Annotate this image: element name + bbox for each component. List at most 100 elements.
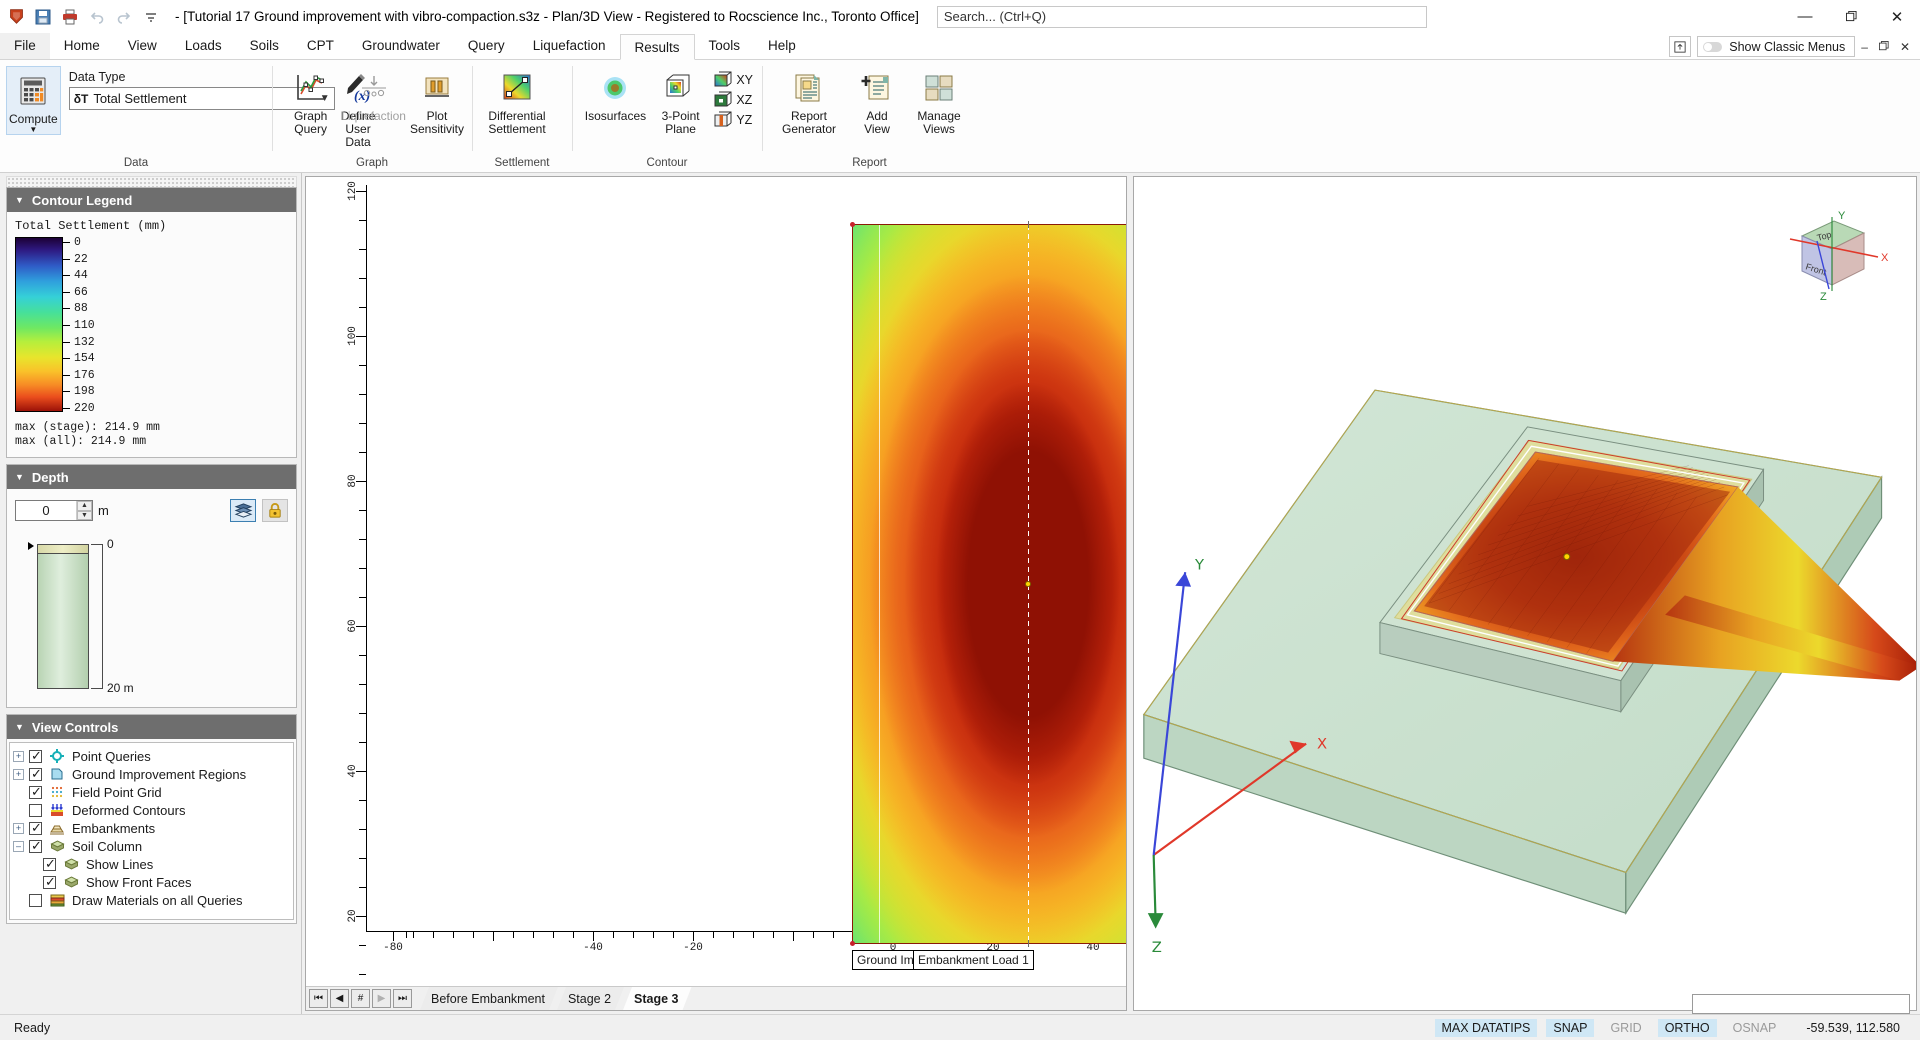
stage-tab-before-embankment[interactable]: Before Embankment: [420, 987, 558, 1010]
plane-xz-button[interactable]: XZ: [710, 90, 756, 109]
tree-item-show-lines[interactable]: Show Lines: [13, 855, 290, 873]
settlement-contour-region[interactable]: [852, 224, 1126, 944]
plane-yz-button[interactable]: YZ: [710, 110, 756, 129]
checkbox[interactable]: [29, 786, 42, 799]
checkbox[interactable]: [29, 840, 42, 853]
checkbox[interactable]: [29, 822, 42, 835]
status-flag-ortho[interactable]: ORTHO: [1658, 1019, 1717, 1037]
report-generator-button[interactable]: Report Generator: [772, 64, 846, 136]
tree-item-deformed-contours[interactable]: Deformed Contours: [13, 801, 290, 819]
tree-item-point-queries[interactable]: + Point Queries: [13, 747, 290, 765]
doc-restore-button[interactable]: [1879, 40, 1889, 54]
doc-minimize-button[interactable]: –: [1861, 40, 1868, 54]
status-flag-max-datatips[interactable]: MAX DATATIPS: [1435, 1019, 1538, 1037]
graph-query-button[interactable]: Graph Query: [282, 64, 339, 136]
compute-dropdown-caret-icon[interactable]: ▼: [29, 126, 37, 134]
ribbon-tab-results[interactable]: Results: [620, 34, 695, 60]
layers-icon[interactable]: [230, 499, 256, 522]
tree-item-soil-column[interactable]: – Soil Column: [13, 837, 290, 855]
view-orientation-cube[interactable]: Top Front X Y Z: [1774, 203, 1894, 303]
status-flag-snap[interactable]: SNAP: [1546, 1019, 1594, 1037]
status-flag-osnap[interactable]: OSNAP: [1726, 1019, 1784, 1037]
expander-icon[interactable]: –: [13, 841, 24, 852]
embankment-load-tag[interactable]: Embankment Load 1: [913, 950, 1034, 970]
isosurfaces-button[interactable]: Isosurfaces: [580, 64, 651, 123]
dock-gripper[interactable]: [6, 176, 297, 187]
plane-xy-button[interactable]: XY: [710, 70, 756, 89]
ribbon-tab-view[interactable]: View: [114, 33, 171, 59]
tree-item-field-point-grid[interactable]: Field Point Grid: [13, 783, 290, 801]
checkbox[interactable]: [29, 804, 42, 817]
3d-view-pane[interactable]: X Y Z: [1133, 176, 1917, 1011]
minimize-button[interactable]: —: [1782, 0, 1828, 33]
corner-handle[interactable]: [850, 941, 855, 946]
search-input[interactable]: Search... (Ctrl+Q): [937, 6, 1427, 28]
ribbon-tab-cpt[interactable]: CPT: [293, 33, 348, 59]
depth-header[interactable]: ▼ Depth: [7, 465, 296, 489]
depth-spin-arrows[interactable]: ▲ ▼: [76, 501, 92, 520]
corner-handle[interactable]: [850, 222, 855, 227]
tree-item-draw-materials-on-all-queries[interactable]: Draw Materials on all Queries: [13, 891, 290, 909]
status-flag-grid[interactable]: GRID: [1603, 1019, 1648, 1037]
ribbon-tab-liquefaction[interactable]: Liquefaction: [519, 33, 620, 59]
stage-first-button[interactable]: ⏮: [309, 989, 328, 1008]
depth-stepper[interactable]: 0 ▲ ▼: [15, 500, 93, 521]
depth-spin-up-icon[interactable]: ▲: [77, 501, 92, 511]
expander-icon[interactable]: +: [13, 769, 24, 780]
app-icon[interactable]: [6, 7, 26, 27]
save-icon[interactable]: [33, 7, 53, 27]
3d-scene[interactable]: X Y Z: [1134, 177, 1916, 1010]
checkbox[interactable]: [43, 858, 56, 871]
stage-prev-button[interactable]: ◀: [330, 989, 349, 1008]
doc-close-button[interactable]: ✕: [1900, 40, 1910, 54]
expander-icon[interactable]: +: [13, 751, 24, 762]
stage-next-button[interactable]: ▶: [372, 989, 391, 1008]
tree-item-show-front-faces[interactable]: Show Front Faces: [13, 873, 290, 891]
ribbon-tab-query[interactable]: Query: [454, 33, 519, 59]
ribbon-tab-home[interactable]: Home: [50, 33, 114, 59]
ribbon-tab-groundwater[interactable]: Groundwater: [348, 33, 454, 59]
query-point-marker[interactable]: [1025, 581, 1031, 587]
manage-views-button[interactable]: Manage Views: [908, 64, 970, 136]
depth-spin-down-icon[interactable]: ▼: [77, 511, 92, 521]
close-button[interactable]: ✕: [1874, 0, 1920, 33]
checkbox[interactable]: [43, 876, 56, 889]
lock-icon[interactable]: [262, 499, 288, 522]
plot-sensitivity-button[interactable]: Plot Sensitivity: [408, 64, 466, 136]
ground-improvement-tag[interactable]: Ground Impr: [852, 950, 914, 970]
view-controls-header[interactable]: ▼ View Controls: [7, 715, 296, 739]
stage-last-button[interactable]: ⏭: [393, 989, 412, 1008]
compute-button[interactable]: Compute ▼: [6, 66, 61, 135]
contour-plot-canvas[interactable]: 120 100 80 60: [306, 177, 1126, 986]
soil-column-preview[interactable]: 0 20 m: [23, 535, 290, 695]
pin-ribbon-icon[interactable]: [1669, 36, 1691, 57]
contour-legend-header[interactable]: ▼ Contour Legend: [7, 188, 296, 212]
tree-item-ground-improvement-regions[interactable]: + Ground Improvement Regions: [13, 765, 290, 783]
ribbon-tab-tools[interactable]: Tools: [695, 33, 755, 59]
plan-view-pane[interactable]: 120 100 80 60: [305, 176, 1127, 1011]
differential-settlement-button[interactable]: Differential Settlement: [480, 64, 554, 136]
checkbox[interactable]: [29, 894, 42, 907]
command-input[interactable]: [1692, 994, 1910, 1014]
restore-button[interactable]: [1828, 0, 1874, 33]
stage-tab-stage-3[interactable]: Stage 3: [623, 987, 691, 1010]
expander-icon[interactable]: +: [13, 823, 24, 834]
add-view-button[interactable]: Add View: [846, 64, 908, 136]
print-icon[interactable]: [60, 7, 80, 27]
checkbox[interactable]: [29, 768, 42, 781]
ribbon-tab-soils[interactable]: Soils: [236, 33, 293, 59]
redo-icon[interactable]: [114, 7, 134, 27]
stage-tab-stage-2[interactable]: Stage 2: [557, 987, 624, 1010]
3-point-plane-button[interactable]: 3-Point Plane: [651, 64, 710, 136]
ribbon-tab-help[interactable]: Help: [754, 33, 810, 59]
ribbon-tab-file[interactable]: File: [0, 33, 50, 59]
checkbox[interactable]: [29, 750, 42, 763]
undo-icon[interactable]: [87, 7, 107, 27]
plane-xy-label: XY: [736, 73, 753, 87]
tree-item-embankments[interactable]: + Embankments: [13, 819, 290, 837]
show-classic-menus-toggle[interactable]: Show Classic Menus: [1697, 36, 1855, 57]
ribbon-tab-loads[interactable]: Loads: [171, 33, 236, 59]
customize-qat-icon[interactable]: [141, 7, 161, 27]
liquefaction-button[interactable]: Liquefaction: [339, 64, 408, 123]
stage-number-button[interactable]: #: [351, 989, 370, 1008]
